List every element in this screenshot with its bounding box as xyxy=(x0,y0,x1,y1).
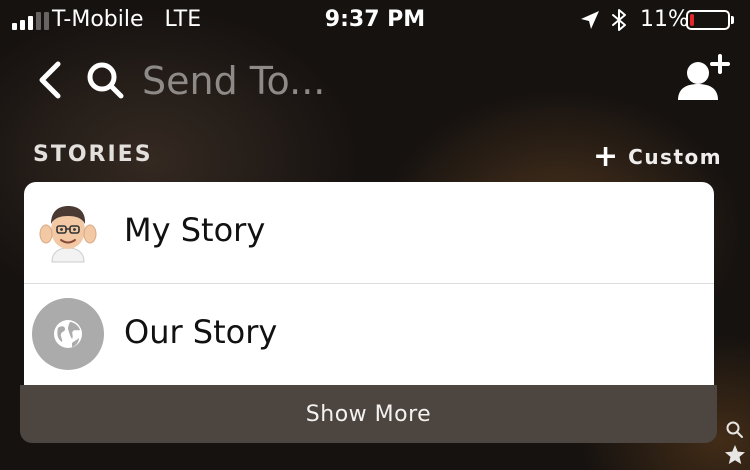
battery-tip xyxy=(731,16,734,24)
list-item-my-story[interactable]: My Story xyxy=(24,182,714,283)
show-more-label: Show More xyxy=(305,401,432,427)
stories-list: My Story Our Story xyxy=(24,182,714,387)
location-arrow-icon xyxy=(581,11,599,29)
status-time: 9:37 PM xyxy=(324,7,426,32)
scrubber-search-icon[interactable] xyxy=(725,420,745,440)
show-more-button[interactable]: Show More xyxy=(20,385,717,443)
list-item-label: Our Story xyxy=(124,313,278,351)
battery-percent: 11% xyxy=(640,7,689,32)
plus-icon: + xyxy=(593,139,619,174)
search-icon xyxy=(87,62,124,99)
custom-story-button[interactable]: + Custom xyxy=(593,139,723,174)
battery-level-fill xyxy=(690,14,694,26)
globe-avatar xyxy=(32,298,104,370)
globe-icon xyxy=(54,320,82,348)
back-button[interactable] xyxy=(34,60,70,100)
scrubber-star-icon[interactable] xyxy=(724,444,746,466)
stories-section-title: STORIES xyxy=(33,142,153,167)
list-item-label: My Story xyxy=(124,211,266,249)
bluetooth-icon xyxy=(612,9,626,31)
status-bar: T-Mobile LTE 9:37 PM 11% xyxy=(0,0,750,40)
bitmoji-avatar-icon xyxy=(39,206,97,263)
custom-story-label: Custom xyxy=(628,145,723,169)
add-friend-icon[interactable] xyxy=(676,54,732,104)
battery-icon xyxy=(686,10,730,30)
list-item-our-story[interactable]: Our Story xyxy=(24,284,714,385)
search-input[interactable] xyxy=(140,54,564,108)
